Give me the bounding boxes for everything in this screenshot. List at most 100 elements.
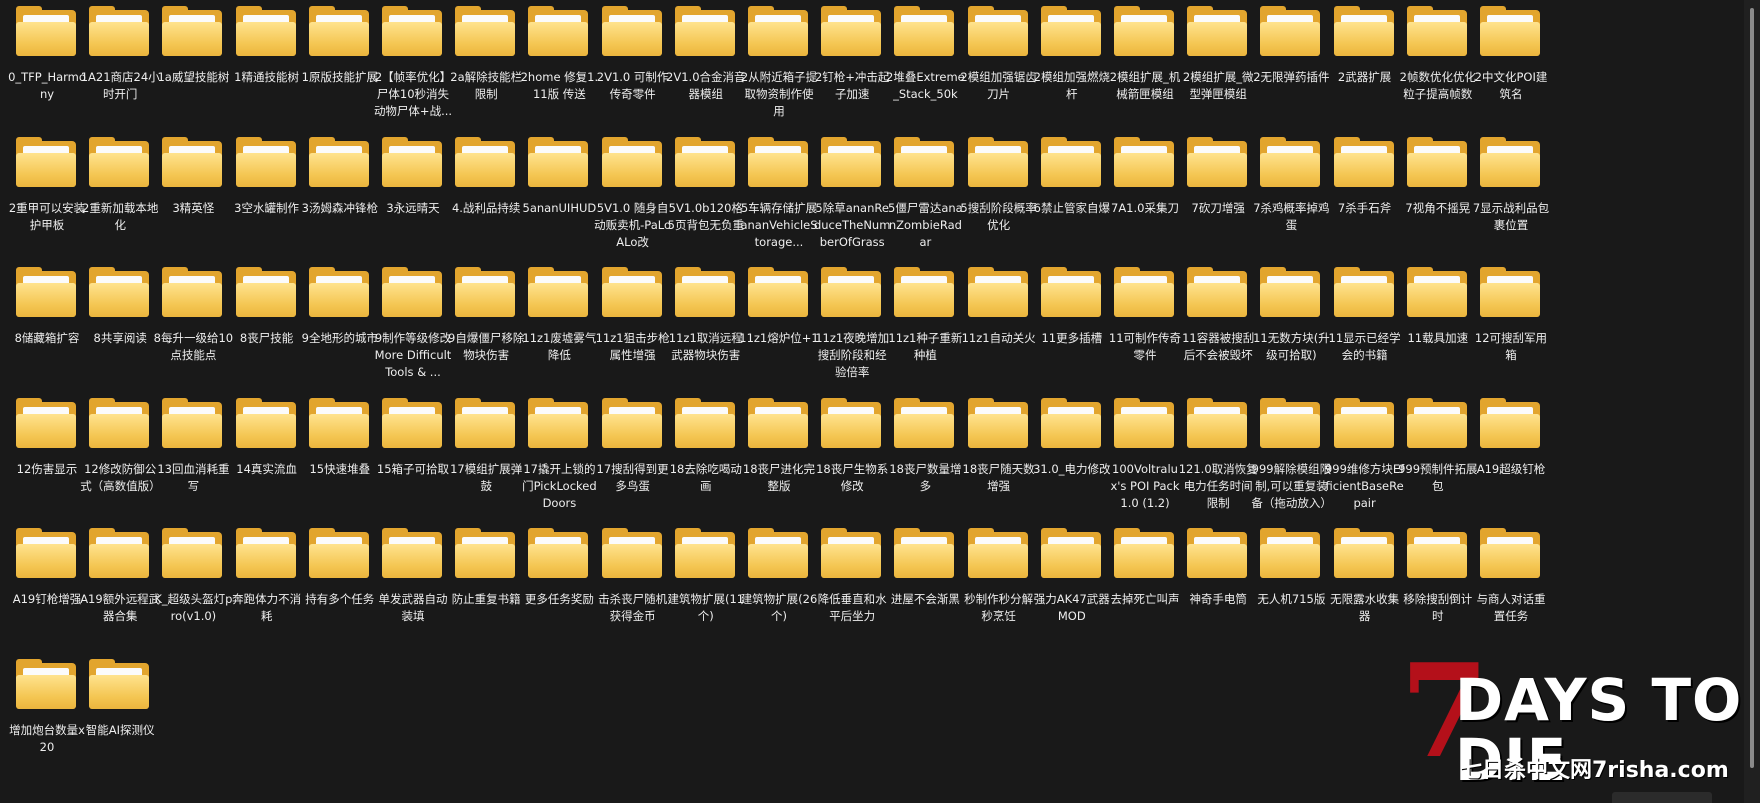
folder-item[interactable]: 9自爆僵尸移除物块伤害	[446, 263, 526, 364]
folder-item[interactable]: 17搜刮得到更多鸟蛋	[593, 394, 673, 495]
folder-item[interactable]: 单发武器自动装填	[373, 524, 453, 625]
folder-item[interactable]: 11z1熔炉位+1	[739, 263, 819, 347]
folder-item[interactable]: 11更多插槽	[1032, 263, 1112, 347]
folder-item[interactable]: A19额外远程武器合集	[80, 524, 160, 625]
folder-item[interactable]: 防止重复书籍	[446, 524, 526, 608]
folder-item[interactable]: 0_TFP_Harmony	[7, 2, 87, 103]
folder-item[interactable]: 9全地形的城市	[300, 263, 380, 347]
folder-item[interactable]: 31.0_电力修改	[1032, 394, 1112, 478]
folder-item[interactable]: 7杀手石斧	[1325, 133, 1405, 217]
folder-item[interactable]: 2【帧率优化】尸体10秒消失 动物尸体+战...	[373, 2, 453, 120]
folder-item[interactable]: 8丧尸技能	[227, 263, 307, 347]
folder-item[interactable]: A19钉枪增强	[7, 524, 87, 608]
folder-item[interactable]: 7杀鸡概率掉鸡蛋	[1251, 133, 1331, 234]
scrollbar-thumb[interactable]	[1750, 8, 1754, 768]
folder-item[interactable]: 8储藏箱扩容	[7, 263, 87, 347]
folder-item[interactable]: 18丧尸进化完整版	[739, 394, 819, 495]
folder-item[interactable]: 3精英怪	[153, 133, 233, 217]
folder-item[interactable]: 建筑物扩展(26个)	[739, 524, 819, 625]
folder-item[interactable]: K_超级头盔灯pro(v1.0)	[153, 524, 233, 625]
folder-item[interactable]: 17撬开上锁的门PickLockedDoors	[519, 394, 599, 512]
folder-item[interactable]: 持有多个任务	[300, 524, 380, 608]
folder-item[interactable]: 12修改防御公式（高数值版）	[80, 394, 160, 495]
folder-item[interactable]: 强力AK47武器MOD	[1032, 524, 1112, 625]
folder-item[interactable]: 2模组加强锯齿刀片	[959, 2, 1039, 103]
folder-item[interactable]: 18丧尸数量增多	[885, 394, 965, 495]
folder-item[interactable]: 15快速堆叠	[300, 394, 380, 478]
folder-item[interactable]: 11载具加速	[1398, 263, 1478, 347]
folder-item[interactable]: 智能AI探测仪	[80, 655, 160, 739]
folder-item[interactable]: 去掉死亡叫声	[1105, 524, 1185, 608]
folder-item[interactable]: 增加炮台数量x20	[7, 655, 87, 756]
folder-item[interactable]: 2重新加载本地化	[80, 133, 160, 234]
folder-item[interactable]: 2武器扩展	[1325, 2, 1405, 86]
folder-item[interactable]: 18丧尸随天数增强	[959, 394, 1039, 495]
folder-item[interactable]: 11z1取消远程武器物块伤害	[666, 263, 746, 364]
folder-item[interactable]: 击杀丧尸随机获得金币	[593, 524, 673, 625]
folder-item[interactable]: 100Voltralux's POI Pack 1.0 (1.2)	[1105, 394, 1185, 512]
folder-item[interactable]: 移除搜刮倒计时	[1398, 524, 1478, 625]
folder-item[interactable]: 9制作等级修改More Difficult Tools & ...	[373, 263, 453, 381]
folder-item[interactable]: 18去除吃喝动画	[666, 394, 746, 495]
folder-item[interactable]: 2帧数优化优化粒子提高帧数	[1398, 2, 1478, 103]
folder-item[interactable]: 2a解除技能栏限制	[446, 2, 526, 103]
folder-item[interactable]: 2重甲可以安装护甲板	[7, 133, 87, 234]
folder-item[interactable]: 2模组加强燃烧杆	[1032, 2, 1112, 103]
folder-item[interactable]: 更多任务奖励	[519, 524, 599, 608]
folder-item[interactable]: 5搜刮阶段概率优化	[959, 133, 1039, 234]
folder-item[interactable]: 2从附近箱子提取物资制作使用	[739, 2, 819, 120]
folder-item[interactable]: 奔跑体力不消耗	[227, 524, 307, 625]
folder-item[interactable]: 7视角不摇晃	[1398, 133, 1478, 217]
folder-item[interactable]: 999解除模组限制,可以重复装备（拖动放入）	[1251, 394, 1331, 512]
folder-item[interactable]: 7A1.0采集刀	[1105, 133, 1185, 217]
folder-item[interactable]: 2无限弹药插件	[1251, 2, 1331, 86]
folder-item[interactable]: 18丧尸生物系修改	[812, 394, 892, 495]
folder-item[interactable]: 2钉枪+冲击起子加速	[812, 2, 892, 103]
folder-item[interactable]: 11z1夜晚增加搜刮阶段和经验倍率	[812, 263, 892, 381]
folder-item[interactable]: 3汤姆森冲锋枪	[300, 133, 380, 217]
folder-item[interactable]: 11容器被搜刮后不会被毁坏	[1178, 263, 1258, 364]
folder-item[interactable]: 2堆叠Extreme_Stack_50k	[885, 2, 965, 103]
folder-item[interactable]: 5V1.0b120格5页背包无负重	[666, 133, 746, 234]
folder-item[interactable]: 5V1.0 随身自动贩卖机-PaLoALo改	[593, 133, 673, 251]
folder-item[interactable]: 1a威望技能树	[153, 2, 233, 86]
folder-item[interactable]: 11无数方块(升级可拾取)	[1251, 263, 1331, 364]
folder-item[interactable]: 5车辆存储扩展ananVehicleStorage...	[739, 133, 819, 251]
folder-item[interactable]: 4.战利品持续	[446, 133, 526, 217]
folder-item[interactable]: 建筑物扩展(11个)	[666, 524, 746, 625]
folder-item[interactable]: 2模组扩展_机械箭匣模组	[1105, 2, 1185, 103]
folder-item[interactable]: 13回血消耗重写	[153, 394, 233, 495]
folder-item[interactable]: 2模组扩展_微型弹匣模组	[1178, 2, 1258, 103]
folder-item[interactable]: 11z1自动关火	[959, 263, 1039, 347]
folder-item[interactable]: 3永远晴天	[373, 133, 453, 217]
folder-item[interactable]: 17模组扩展弹鼓	[446, 394, 526, 495]
folder-item[interactable]: 11z1种子重新种植	[885, 263, 965, 364]
folder-item[interactable]: 999预制件拓展包	[1398, 394, 1478, 495]
folder-item[interactable]: 15箱子可拾取	[373, 394, 453, 478]
folder-item[interactable]: 5除草ananReduceTheNumberOfGrass	[812, 133, 892, 251]
folder-item[interactable]: 3空水罐制作	[227, 133, 307, 217]
folder-item[interactable]: 14真实流血	[227, 394, 307, 478]
folder-item[interactable]: 1原版技能扩展	[300, 2, 380, 86]
folder-item[interactable]: 进屋不会渐黑	[885, 524, 965, 608]
folder-item[interactable]: 121.0取消恢复电力任务时间限制	[1178, 394, 1258, 512]
folder-item[interactable]: 5ananUIHUD	[519, 133, 599, 217]
folder-item[interactable]: 1精通技能树	[227, 2, 307, 86]
folder-item[interactable]: 无限露水收集器	[1325, 524, 1405, 625]
folder-item[interactable]: 1A21商店24小时开门	[80, 2, 160, 103]
folder-item[interactable]: 神奇手电筒	[1178, 524, 1258, 608]
folder-item[interactable]: 8每升一级给10点技能点	[153, 263, 233, 364]
folder-item[interactable]: 5僵尸雷达ananZombieRadar	[885, 133, 965, 251]
folder-item[interactable]: 8共享阅读	[80, 263, 160, 347]
folder-item[interactable]: 7显示战利品包裹位置	[1471, 133, 1551, 234]
folder-item[interactable]: 11可制作传奇零件	[1105, 263, 1185, 364]
folder-item[interactable]: 与商人对话重置任务	[1471, 524, 1551, 625]
folder-item[interactable]: 2home 修复1.11版 传送	[519, 2, 599, 103]
folder-item[interactable]: 2V1.0 可制作传奇零件	[593, 2, 673, 103]
folder-item[interactable]: 2V1.0合金消音器模组	[666, 2, 746, 103]
folder-item[interactable]: A19超级钉枪	[1471, 394, 1551, 478]
folder-item[interactable]: 11z1废墟雾气降低	[519, 263, 599, 364]
folder-item[interactable]: 7砍刀增强	[1178, 133, 1258, 217]
folder-item[interactable]: 11z1狙击步枪属性增强	[593, 263, 673, 364]
folder-item[interactable]: 11显示已经学会的书籍	[1325, 263, 1405, 364]
